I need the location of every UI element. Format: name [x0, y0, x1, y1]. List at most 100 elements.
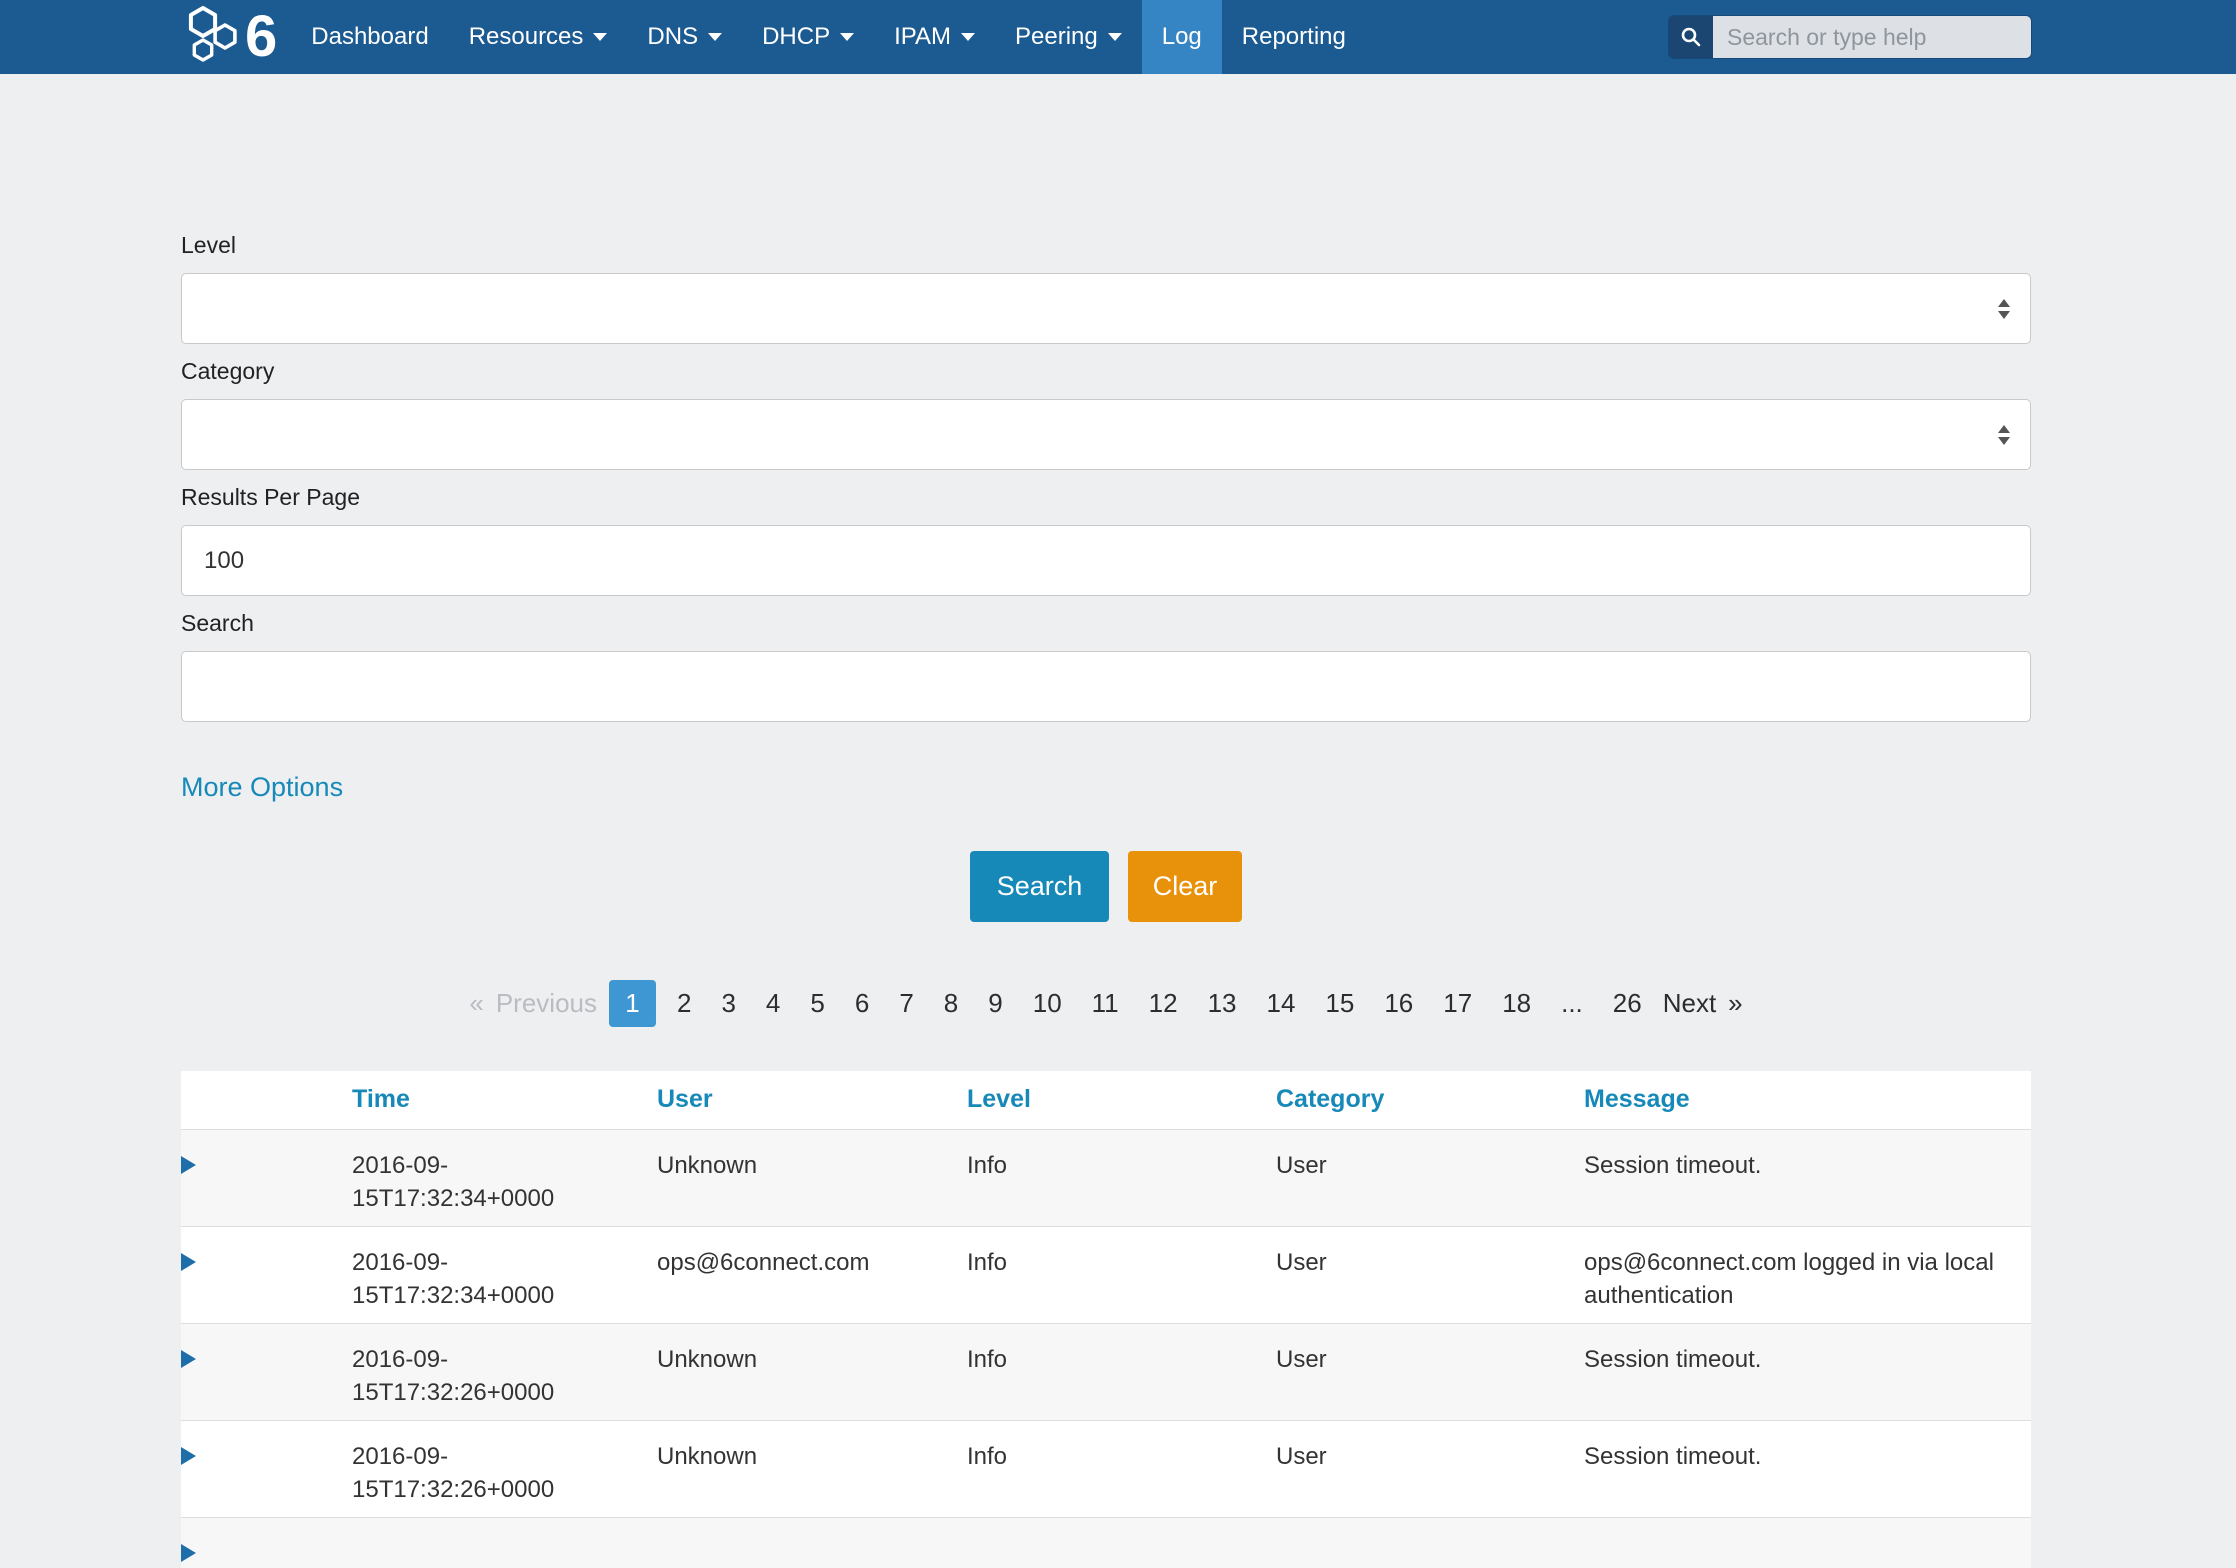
pagination: « Previous 123456789101112131415161718..…: [181, 980, 2031, 1027]
cell-message: [1584, 1518, 2031, 1568]
pagination-page[interactable]: 3: [712, 988, 744, 1019]
logo-hexagons-icon: [181, 2, 241, 73]
table-row: 2016-09-15T17:32:26+0000 Unknown Info Us…: [181, 1324, 2031, 1421]
cell-category: User: [1276, 1421, 1584, 1518]
pagination-page[interactable]: 5: [801, 988, 833, 1019]
header-expander: [181, 1071, 352, 1130]
header-message[interactable]: Message: [1584, 1071, 2031, 1130]
pagination-page[interactable]: 26: [1604, 988, 1651, 1019]
expand-row-icon[interactable]: [181, 1447, 196, 1465]
page: 6 Dashboard Resources DNS DHCP IPAM Peer…: [0, 0, 2236, 1568]
table-row: 2016-09-15T17:32:26+0000 Unknown Info Us…: [181, 1421, 2031, 1518]
pagination-page[interactable]: 18: [1493, 988, 1540, 1019]
cell-time: 2016-09-15T17:32:34+0000: [352, 1227, 657, 1324]
nav-item-label: IPAM: [894, 23, 951, 51]
cell-time: 2016-09-15T17:32:26+0000: [352, 1324, 657, 1421]
header-category[interactable]: Category: [1276, 1071, 1584, 1130]
table-row: 2016-09-15T17:32:34+0000 ops@6connect.co…: [181, 1227, 2031, 1324]
search-filter-label: Search: [181, 610, 2031, 637]
nav-item-reporting[interactable]: Reporting: [1222, 0, 1366, 74]
nav-item-dhcp[interactable]: DHCP: [742, 0, 874, 74]
caret-down-icon: [961, 33, 975, 41]
cell-message: Session timeout.: [1584, 1421, 2031, 1518]
cell-category: User: [1276, 1130, 1584, 1227]
caret-down-icon: [708, 33, 722, 41]
pagination-next[interactable]: Next: [1663, 988, 1716, 1019]
pagination-page[interactable]: 4: [757, 988, 789, 1019]
select-arrows-icon: [1998, 299, 2010, 319]
category-select-value: [182, 421, 226, 448]
cell-time: 2016-09-15T17:32:34+0000: [352, 1130, 657, 1227]
cell-message: Session timeout.: [1584, 1324, 2031, 1421]
pagination-page[interactable]: 10: [1024, 988, 1071, 1019]
search-button[interactable]: Search: [970, 851, 1110, 922]
header-level[interactable]: Level: [967, 1071, 1276, 1130]
pagination-next-arrow[interactable]: »: [1728, 988, 1742, 1019]
cell-level: [967, 1518, 1276, 1568]
more-options-link[interactable]: More Options: [181, 772, 343, 803]
pagination-page[interactable]: 11: [1083, 988, 1128, 1019]
top-navbar: 6 Dashboard Resources DNS DHCP IPAM Peer…: [0, 0, 2236, 74]
results-per-page-input[interactable]: [181, 525, 2031, 596]
pagination-page[interactable]: 2: [668, 988, 700, 1019]
level-select[interactable]: [181, 273, 2031, 344]
pagination-previous: Previous: [496, 988, 597, 1019]
table-header-row: Time User Level Category Message: [181, 1071, 2031, 1130]
nav-item-peering[interactable]: Peering: [995, 0, 1142, 74]
header-user[interactable]: User: [657, 1071, 967, 1130]
caret-down-icon: [840, 33, 854, 41]
cell-user: Unknown: [657, 1130, 967, 1227]
level-label: Level: [181, 232, 2031, 259]
cell-user: ops@6connect.com: [657, 1227, 967, 1324]
pagination-page[interactable]: 8: [935, 988, 967, 1019]
nav-item-log[interactable]: Log: [1142, 0, 1222, 74]
results-per-page-label: Results Per Page: [181, 484, 2031, 511]
nav-item-ipam[interactable]: IPAM: [874, 0, 995, 74]
search-filter-input[interactable]: [181, 651, 2031, 722]
nav-search-input[interactable]: [1713, 16, 2031, 58]
pagination-page[interactable]: 6: [846, 988, 878, 1019]
nav-item-label: Reporting: [1242, 23, 1346, 51]
pagination-page[interactable]: 7: [890, 988, 922, 1019]
log-filter-panel: Level Category Results Per Page Search M…: [0, 74, 2031, 1568]
pagination-page[interactable]: 9: [979, 988, 1011, 1019]
cell-user: Unknown: [657, 1421, 967, 1518]
search-icon: [1669, 16, 1713, 58]
pagination-page[interactable]: 15: [1316, 988, 1363, 1019]
pagination-ellipsis: ...: [1552, 988, 1592, 1019]
pagination-page[interactable]: 13: [1199, 988, 1246, 1019]
pagination-previous-arrow: «: [469, 988, 483, 1019]
category-select[interactable]: [181, 399, 2031, 470]
nav-item-label: Dashboard: [311, 23, 428, 51]
expand-row-icon[interactable]: [181, 1253, 196, 1271]
nav-item-resources[interactable]: Resources: [449, 0, 628, 74]
pagination-pages: 123456789101112131415161718...26: [603, 980, 1657, 1027]
cell-user: [657, 1518, 967, 1568]
clear-button[interactable]: Clear: [1128, 851, 1243, 922]
log-table: Time User Level Category Message 2016-09…: [181, 1071, 2031, 1568]
nav-item-label: Log: [1162, 23, 1202, 51]
header-time[interactable]: Time: [352, 1071, 657, 1130]
pagination-page[interactable]: 16: [1375, 988, 1422, 1019]
pagination-page[interactable]: 12: [1140, 988, 1187, 1019]
caret-down-icon: [1108, 33, 1122, 41]
pagination-page[interactable]: 14: [1258, 988, 1305, 1019]
logo[interactable]: 6: [181, 0, 277, 74]
pagination-page[interactable]: 17: [1434, 988, 1481, 1019]
expand-row-icon[interactable]: [181, 1350, 196, 1368]
cell-time: [352, 1518, 657, 1568]
cell-time: 2016-09-15T17:32:26+0000: [352, 1421, 657, 1518]
cell-category: [1276, 1518, 1584, 1568]
nav-item-dashboard[interactable]: Dashboard: [291, 0, 448, 74]
cell-user: Unknown: [657, 1324, 967, 1421]
nav-item-label: Resources: [469, 23, 584, 51]
cell-level: Info: [967, 1130, 1276, 1227]
pagination-page-active[interactable]: 1: [609, 980, 656, 1027]
cell-message: Session timeout.: [1584, 1130, 2031, 1227]
expand-row-icon[interactable]: [181, 1156, 196, 1174]
nav-item-dns[interactable]: DNS: [627, 0, 742, 74]
cell-category: User: [1276, 1227, 1584, 1324]
nav-search: [1668, 15, 2032, 59]
log-table-body: 2016-09-15T17:32:34+0000 Unknown Info Us…: [181, 1130, 2031, 1568]
expand-row-icon[interactable]: [181, 1544, 196, 1562]
